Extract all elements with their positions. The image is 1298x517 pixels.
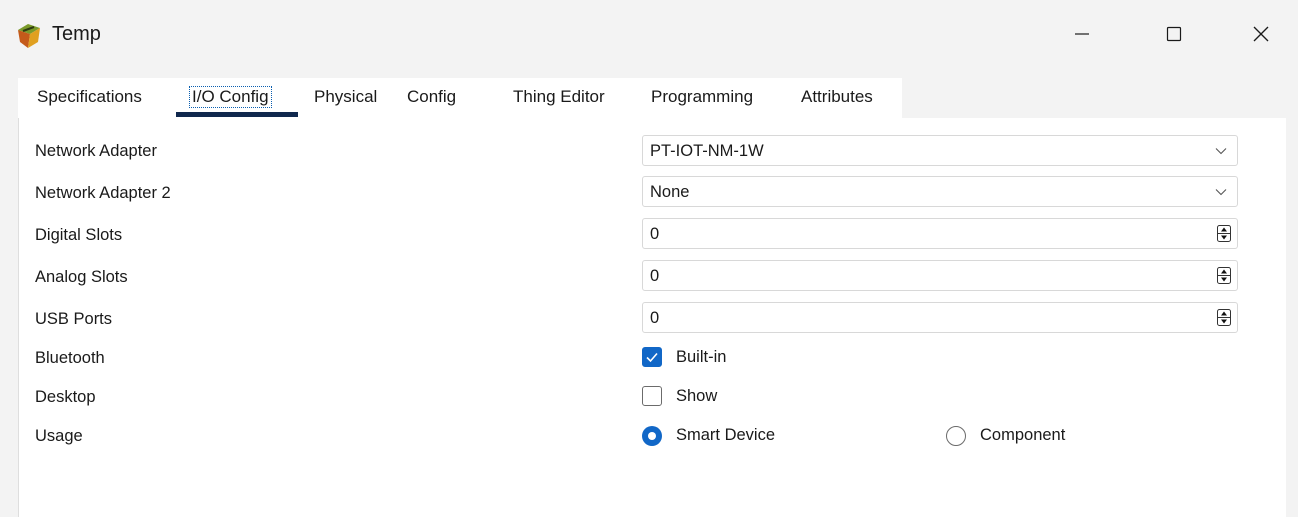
desktop-show-label[interactable]: Show bbox=[676, 387, 717, 406]
digital-slots-label: Digital Slots bbox=[35, 226, 123, 244]
network-adapter-2-select[interactable]: None bbox=[642, 176, 1238, 207]
close-icon bbox=[1253, 26, 1269, 42]
tab-strip: Specifications I/O Config Physical Confi… bbox=[18, 78, 902, 118]
tab-config[interactable]: Config bbox=[407, 87, 456, 107]
network-adapter-label: Network Adapter bbox=[35, 142, 157, 160]
minimize-icon bbox=[1075, 33, 1089, 35]
digital-slots-spinbox[interactable]: 0 bbox=[642, 218, 1238, 249]
usage-component-label[interactable]: Component bbox=[980, 426, 1065, 445]
tab-io-config[interactable]: I/O Config bbox=[189, 86, 272, 108]
network-adapter-value: PT-IOT-NM-1W bbox=[650, 142, 764, 160]
usb-ports-spinbox[interactable]: 0 bbox=[642, 302, 1238, 333]
digital-slots-value: 0 bbox=[650, 225, 660, 243]
usb-ports-value: 0 bbox=[650, 309, 660, 327]
iot-device-icon bbox=[18, 24, 40, 48]
minimize-button[interactable] bbox=[1059, 14, 1105, 54]
analog-slots-value: 0 bbox=[650, 267, 660, 285]
desktop-label: Desktop bbox=[35, 388, 96, 406]
tab-physical[interactable]: Physical bbox=[314, 87, 377, 107]
analog-slots-spinbox[interactable]: 0 bbox=[642, 260, 1238, 291]
title-bar: Temp bbox=[0, 0, 1298, 68]
spinner-arrows-icon[interactable] bbox=[1217, 267, 1231, 284]
spinner-arrows-icon[interactable] bbox=[1217, 225, 1231, 242]
usage-component-radio[interactable] bbox=[946, 426, 966, 446]
tab-thing-editor[interactable]: Thing Editor bbox=[513, 87, 605, 107]
usage-label: Usage bbox=[35, 427, 83, 445]
tab-specifications[interactable]: Specifications bbox=[37, 87, 142, 107]
bluetooth-builtin-checkbox[interactable] bbox=[642, 347, 662, 367]
bluetooth-label: Bluetooth bbox=[35, 349, 105, 367]
usage-smart-device-radio[interactable] bbox=[642, 426, 662, 446]
checkmark-icon bbox=[646, 352, 658, 363]
desktop-show-checkbox[interactable] bbox=[642, 386, 662, 406]
network-adapter-select[interactable]: PT-IOT-NM-1W bbox=[642, 135, 1238, 166]
usage-smart-device-label[interactable]: Smart Device bbox=[676, 426, 775, 445]
maximize-icon bbox=[1166, 26, 1182, 42]
io-config-panel: Network Adapter PT-IOT-NM-1W Network Ada… bbox=[18, 118, 1286, 517]
window-title: Temp bbox=[52, 23, 101, 45]
analog-slots-label: Analog Slots bbox=[35, 268, 128, 286]
panel-border bbox=[18, 118, 19, 517]
bluetooth-builtin-label[interactable]: Built-in bbox=[676, 348, 726, 367]
network-adapter-2-label: Network Adapter 2 bbox=[35, 184, 171, 202]
tab-attributes[interactable]: Attributes bbox=[801, 87, 873, 107]
maximize-button[interactable] bbox=[1151, 14, 1197, 54]
spinner-arrows-icon[interactable] bbox=[1217, 309, 1231, 326]
selected-tab-indicator bbox=[176, 112, 298, 117]
chevron-down-icon bbox=[1215, 148, 1227, 155]
chevron-down-icon bbox=[1215, 189, 1227, 196]
network-adapter-2-value: None bbox=[650, 183, 690, 201]
close-button[interactable] bbox=[1238, 14, 1284, 54]
tab-programming[interactable]: Programming bbox=[651, 87, 753, 107]
usb-ports-label: USB Ports bbox=[35, 310, 113, 328]
